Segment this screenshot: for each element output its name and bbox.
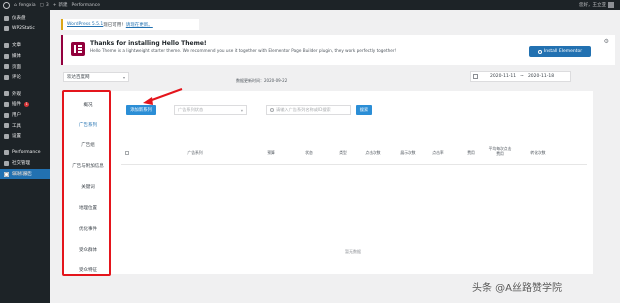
- annotation-arrow: [143, 88, 183, 105]
- watermark: 头条 @A丝路赞学院: [472, 283, 563, 294]
